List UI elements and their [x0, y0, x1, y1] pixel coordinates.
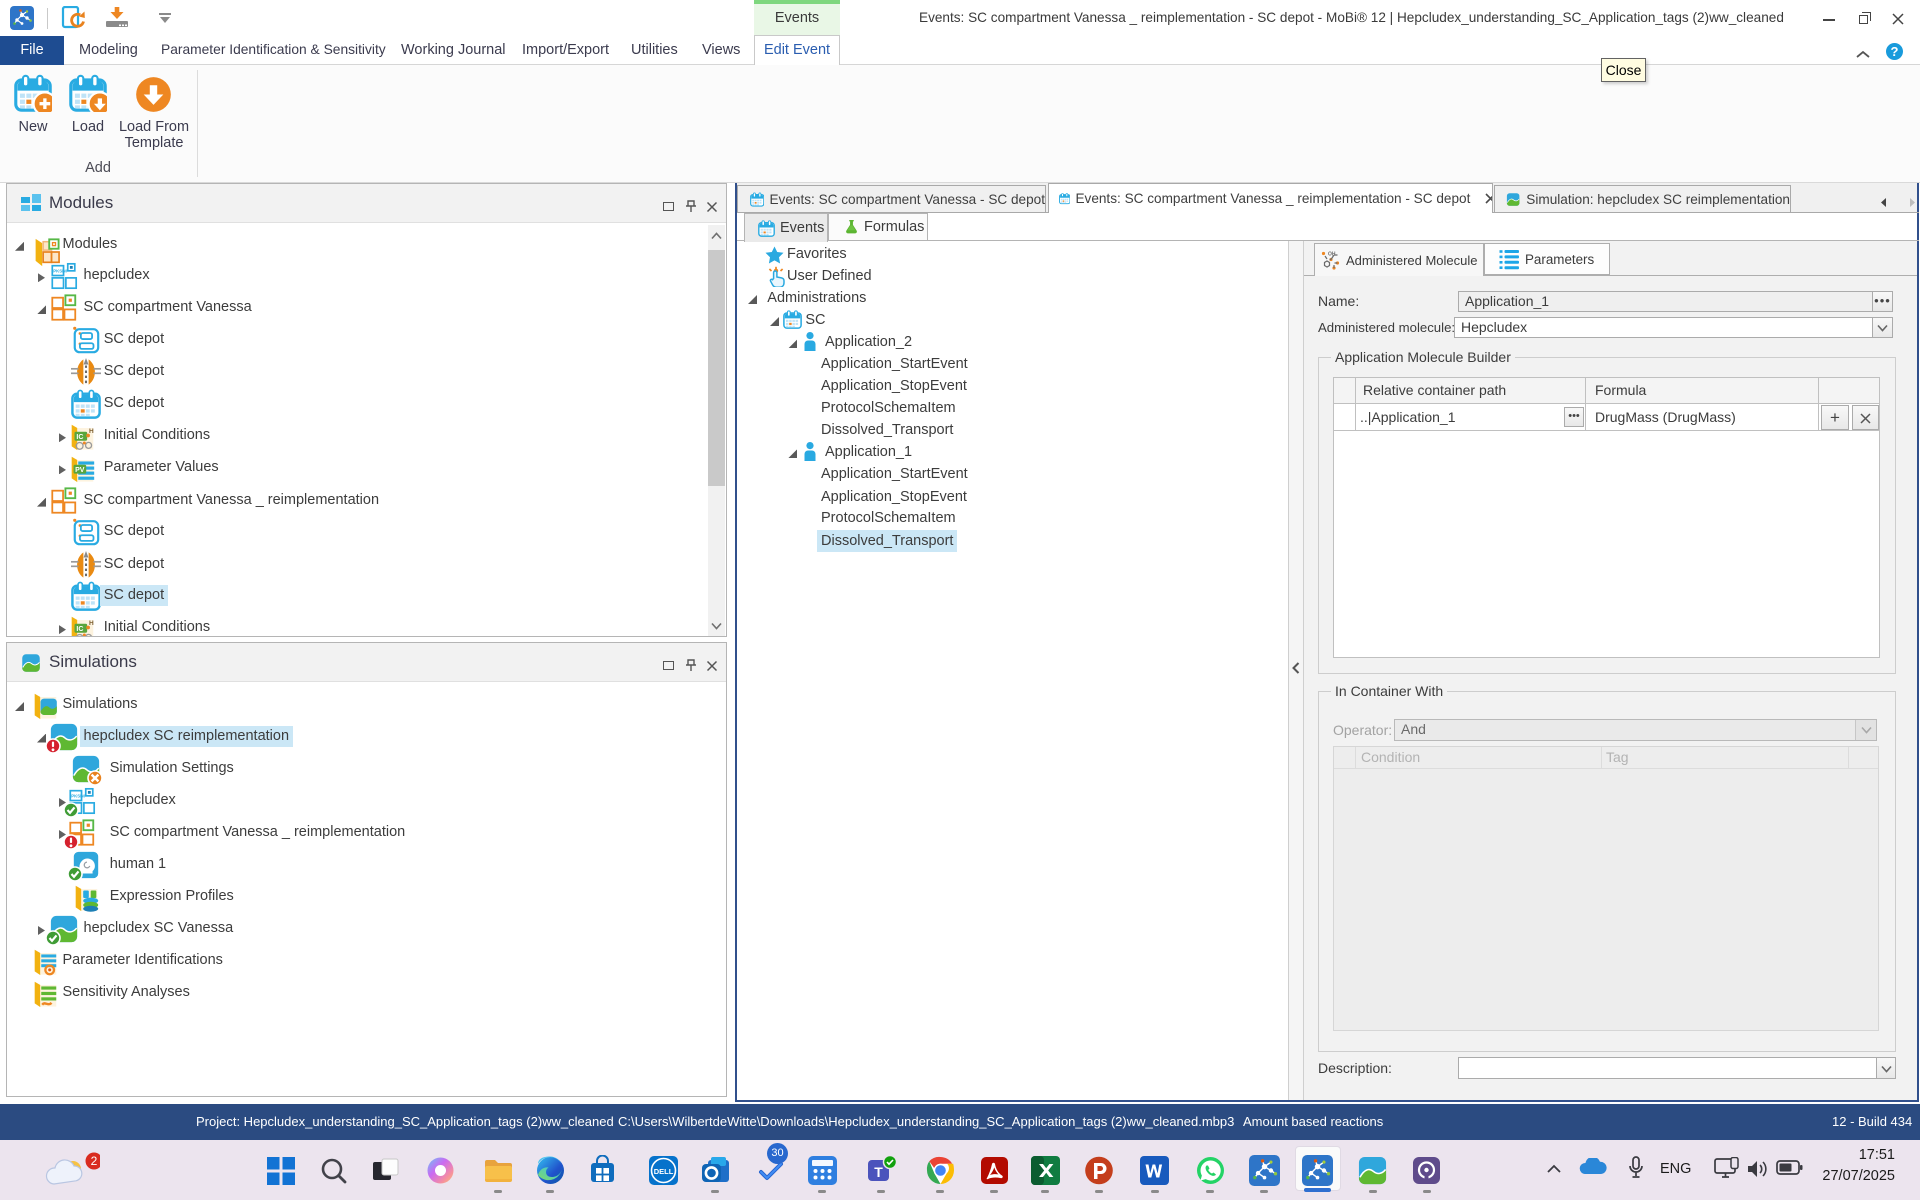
svg-text:DELL: DELL: [654, 1167, 674, 1176]
svg-text:2: 2: [91, 1154, 98, 1168]
svg-text:T: T: [874, 1164, 883, 1180]
